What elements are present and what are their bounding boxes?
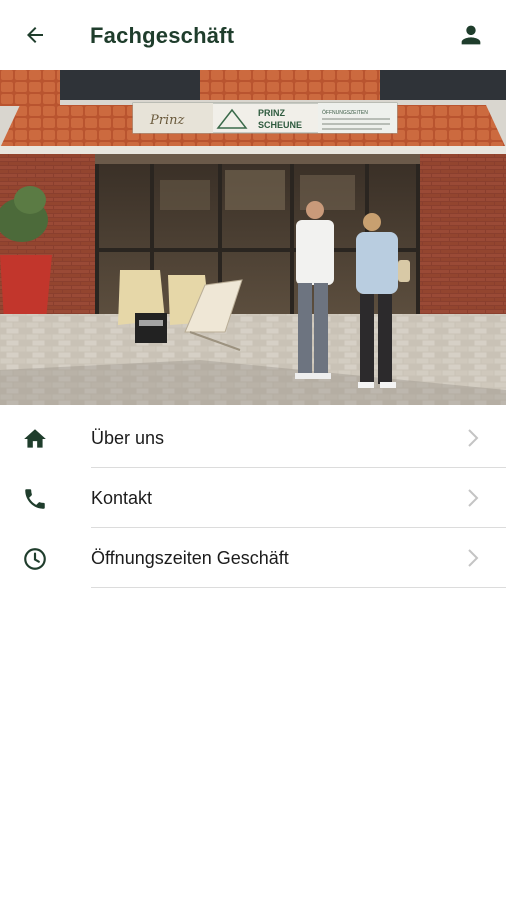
menu-item-oeffnungszeiten[interactable]: Öffnungszeiten Geschäft (0, 528, 506, 588)
storefront-photo: Prinz PRINZ SCHEUNE ÖFFNUNGSZEITEN (0, 70, 506, 405)
back-button[interactable] (17, 17, 53, 53)
person-icon (461, 25, 481, 45)
sign-left-text: Prinz (149, 113, 184, 128)
chevron-right-icon (468, 429, 479, 447)
menu-item-kontakt[interactable]: Kontakt (0, 468, 506, 528)
chevron-right-icon (468, 489, 479, 507)
clock-icon (21, 545, 49, 573)
menu-item-label: Kontakt (91, 488, 153, 508)
menu-item-ueber-uns[interactable]: Über uns (0, 408, 506, 468)
storefront-illustration: Prinz PRINZ SCHEUNE ÖFFNUNGSZEITEN (0, 70, 506, 405)
menu-item-label: Öffnungszeiten Geschäft (91, 548, 289, 568)
sign-right-text: ÖFFNUNGSZEITEN (322, 109, 368, 116)
sign-center-line2: SCHEUNE (258, 120, 302, 130)
menu-item-label: Über uns (91, 428, 165, 448)
arrow-left-icon (27, 27, 43, 43)
sign-center-line1: PRINZ (258, 108, 286, 118)
phone-icon (21, 485, 49, 513)
app-bar: Fachgeschäft (0, 0, 506, 70)
info-menu: Über uns Kontakt Öffnungszeiten Geschäft (0, 408, 506, 588)
profile-button[interactable] (453, 17, 489, 53)
chevron-right-icon (468, 549, 479, 567)
home-icon (21, 425, 49, 453)
divider (91, 587, 506, 588)
page-title: Fachgeschäft (90, 23, 235, 48)
